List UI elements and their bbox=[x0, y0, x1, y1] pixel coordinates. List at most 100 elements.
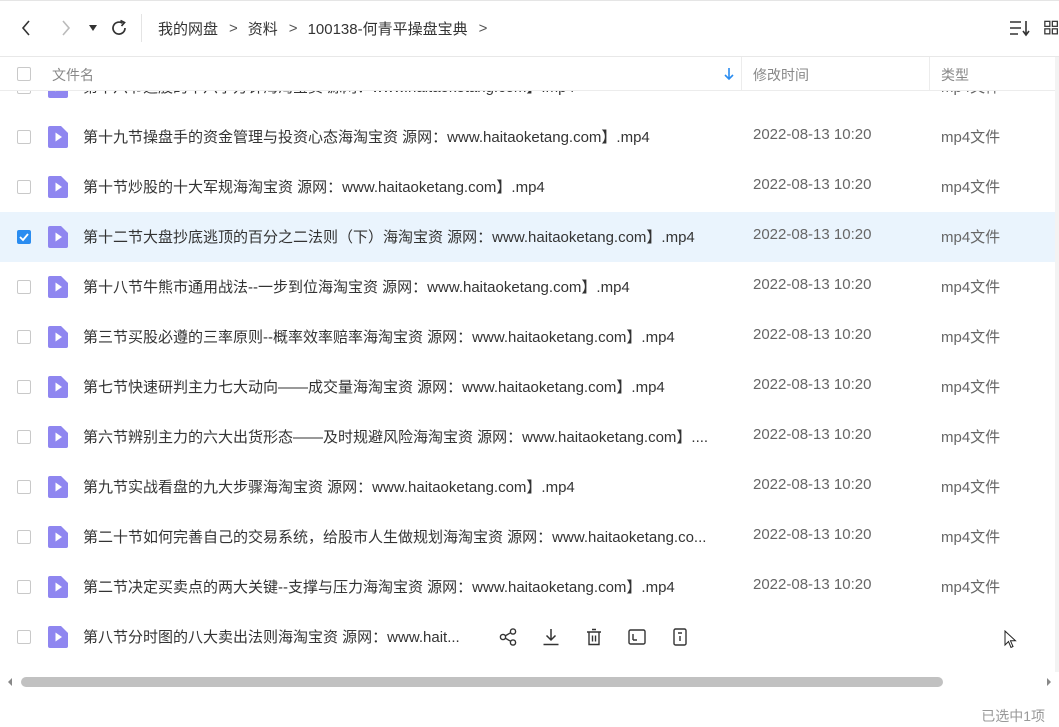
scrollbar-thumb[interactable] bbox=[21, 677, 943, 687]
rename-icon[interactable] bbox=[627, 627, 647, 647]
file-name[interactable]: 第十六节选股的十六字方针海淘宝资 源网：www.haitaoketang.com… bbox=[83, 91, 575, 97]
file-row[interactable]: 第十节炒股的十大军规海淘宝资 源网：www.haitaoketang.com】.… bbox=[0, 162, 1055, 212]
file-row-checkbox[interactable] bbox=[17, 230, 31, 244]
file-row[interactable]: 第七节快速研判主力七大动向——成交量海淘宝资 源网：www.haitaoketa… bbox=[0, 362, 1055, 412]
file-type: mp4文件 bbox=[941, 379, 1001, 396]
file-modified-date: 2022-08-13 10:20 bbox=[753, 576, 872, 593]
scrollbar-track[interactable] bbox=[21, 677, 1041, 687]
select-all-checkbox[interactable] bbox=[17, 67, 31, 81]
file-name[interactable]: 第七节快速研判主力七大动向——成交量海淘宝资 源网：www.haitaoketa… bbox=[83, 376, 665, 397]
file-name[interactable]: 第八节分时图的八大卖出法则海淘宝资 源网：www.hait... bbox=[83, 626, 460, 647]
file-name[interactable]: 第二节决定买卖点的两大关键--支撑与压力海淘宝资 源网：www.haitaoke… bbox=[83, 576, 675, 597]
file-modified-date: 2022-08-13 10:20 bbox=[753, 426, 872, 443]
column-header: 文件名 修改时间 类型 bbox=[0, 57, 1059, 91]
view-mode-button[interactable] bbox=[1044, 16, 1059, 40]
refresh-icon bbox=[112, 19, 126, 35]
video-file-icon bbox=[48, 226, 68, 248]
toolbar: 我的网盘 > 资料 > 100138-何青平操盘宝典 > bbox=[0, 0, 1059, 57]
video-file-icon bbox=[48, 326, 68, 348]
refresh-button[interactable] bbox=[108, 16, 130, 40]
file-type: mp4文件 bbox=[941, 529, 1001, 546]
scroll-left-icon[interactable] bbox=[6, 677, 14, 687]
file-list: 第十六节选股的十六字方针海淘宝资 源网：www.haitaoketang.com… bbox=[0, 91, 1059, 671]
file-modified-date: 2022-08-13 10:20 bbox=[753, 276, 872, 293]
file-row[interactable]: 第十二节大盘抄底逃顶的百分之二法则（下）海淘宝资 源网：www.haitaoke… bbox=[0, 212, 1055, 262]
file-row-checkbox[interactable] bbox=[17, 91, 31, 94]
file-modified-date: 2022-08-13 10:20 bbox=[753, 126, 872, 143]
caret-down-icon bbox=[89, 25, 97, 31]
column-divider[interactable] bbox=[929, 57, 930, 91]
column-header-type[interactable]: 类型 bbox=[941, 65, 969, 85]
file-name[interactable]: 第十节炒股的十大军规海淘宝资 源网：www.haitaoketang.com】.… bbox=[83, 176, 545, 197]
file-type: mp4文件 bbox=[941, 279, 1001, 296]
file-modified-date: 2022-08-13 10:20 bbox=[753, 476, 872, 493]
file-row[interactable]: 第九节实战看盘的九大步骤海淘宝资 源网：www.haitaoketang.com… bbox=[0, 462, 1055, 512]
breadcrumb-separator: > bbox=[478, 20, 488, 37]
share-icon[interactable] bbox=[498, 627, 518, 647]
video-file-icon bbox=[48, 176, 68, 198]
breadcrumb-separator: > bbox=[288, 20, 298, 37]
checkmark-icon bbox=[19, 233, 29, 242]
file-row-checkbox[interactable] bbox=[17, 530, 31, 544]
row-actions bbox=[498, 627, 713, 647]
vertical-scrollbar[interactable] bbox=[1055, 57, 1059, 672]
file-type: mp4文件 bbox=[941, 179, 1001, 196]
file-name[interactable]: 第十八节牛熊市通用战法--一步到位海淘宝资 源网：www.haitaoketan… bbox=[83, 276, 630, 297]
file-name[interactable]: 第二十节如何完善自己的交易系统，给股市人生做规划海淘宝资 源网：www.hait… bbox=[83, 526, 706, 547]
selection-status: 已选中1项 bbox=[981, 708, 1045, 724]
chevron-left-icon bbox=[21, 20, 30, 36]
back-button[interactable] bbox=[16, 16, 36, 40]
file-row-checkbox[interactable] bbox=[17, 580, 31, 594]
sort-button[interactable] bbox=[1008, 16, 1032, 40]
video-file-icon bbox=[48, 476, 68, 498]
file-type: mp4文件 bbox=[941, 429, 1001, 446]
file-type: mp4文件 bbox=[941, 479, 1001, 496]
file-row-checkbox[interactable] bbox=[17, 430, 31, 444]
sort-arrow-down-icon[interactable] bbox=[723, 67, 735, 81]
history-dropdown-button[interactable] bbox=[86, 16, 100, 40]
toolbar-divider bbox=[141, 14, 142, 42]
delete-icon[interactable] bbox=[584, 627, 604, 647]
breadcrumb-item-my-drive[interactable]: 我的网盘 bbox=[158, 18, 218, 39]
file-name[interactable]: 第九节实战看盘的九大步骤海淘宝资 源网：www.haitaoketang.com… bbox=[83, 476, 575, 497]
breadcrumb-item-materials[interactable]: 资料 bbox=[248, 18, 278, 39]
video-file-icon bbox=[48, 526, 68, 548]
info-icon[interactable] bbox=[670, 627, 690, 647]
file-row[interactable]: 第十九节操盘手的资金管理与投资心态海淘宝资 源网：www.haitaoketan… bbox=[0, 112, 1055, 162]
horizontal-scrollbar[interactable] bbox=[0, 672, 1059, 692]
file-row[interactable]: 第十六节选股的十六字方针海淘宝资 源网：www.haitaoketang.com… bbox=[0, 91, 1055, 112]
scroll-right-icon[interactable] bbox=[1045, 677, 1053, 687]
video-file-icon bbox=[48, 276, 68, 298]
file-row[interactable]: 第八节分时图的八大卖出法则海淘宝资 源网：www.hait... bbox=[0, 612, 1055, 662]
file-name[interactable]: 第六节辨别主力的六大出货形态——及时规避风险海淘宝资 源网：www.haitao… bbox=[83, 426, 708, 447]
file-row-checkbox[interactable] bbox=[17, 180, 31, 194]
file-row-checkbox[interactable] bbox=[17, 630, 31, 644]
breadcrumb-item-current-folder[interactable]: 100138-何青平操盘宝典 bbox=[308, 18, 468, 39]
column-divider[interactable] bbox=[741, 57, 742, 91]
video-file-icon bbox=[48, 426, 68, 448]
forward-button[interactable] bbox=[56, 16, 76, 40]
file-type: mp4文件 bbox=[941, 129, 1001, 146]
file-name[interactable]: 第三节买股必遵的三率原则--概率效率赔率海淘宝资 源网：www.haitaoke… bbox=[83, 326, 675, 347]
file-row[interactable]: 第三节买股必遵的三率原则--概率效率赔率海淘宝资 源网：www.haitaoke… bbox=[0, 312, 1055, 362]
file-row-checkbox[interactable] bbox=[17, 280, 31, 294]
column-header-modified[interactable]: 修改时间 bbox=[753, 65, 809, 85]
file-row[interactable]: 第十八节牛熊市通用战法--一步到位海淘宝资 源网：www.haitaoketan… bbox=[0, 262, 1055, 312]
file-name[interactable]: 第十二节大盘抄底逃顶的百分之二法则（下）海淘宝资 源网：www.haitaoke… bbox=[83, 226, 695, 247]
file-row-checkbox[interactable] bbox=[17, 380, 31, 394]
breadcrumb-separator: > bbox=[229, 20, 238, 37]
column-header-name[interactable]: 文件名 bbox=[52, 65, 94, 85]
file-type: mp4文件 bbox=[941, 579, 1001, 596]
file-row-checkbox[interactable] bbox=[17, 130, 31, 144]
file-type: mp4文件 bbox=[941, 229, 1001, 246]
download-icon[interactable] bbox=[541, 627, 561, 647]
file-row[interactable]: 第六节辨别主力的六大出货形态——及时规避风险海淘宝资 源网：www.haitao… bbox=[0, 412, 1055, 462]
file-modified-date: 2022-08-13 10:20 bbox=[753, 91, 871, 93]
file-type: mp4文件 bbox=[941, 329, 1001, 346]
video-file-icon bbox=[48, 91, 68, 98]
file-row-checkbox[interactable] bbox=[17, 480, 31, 494]
file-row-checkbox[interactable] bbox=[17, 330, 31, 344]
file-row[interactable]: 第二十节如何完善自己的交易系统，给股市人生做规划海淘宝资 源网：www.hait… bbox=[0, 512, 1055, 562]
file-name[interactable]: 第十九节操盘手的资金管理与投资心态海淘宝资 源网：www.haitaoketan… bbox=[83, 126, 650, 147]
file-row[interactable]: 第二节决定买卖点的两大关键--支撑与压力海淘宝资 源网：www.haitaoke… bbox=[0, 562, 1055, 612]
